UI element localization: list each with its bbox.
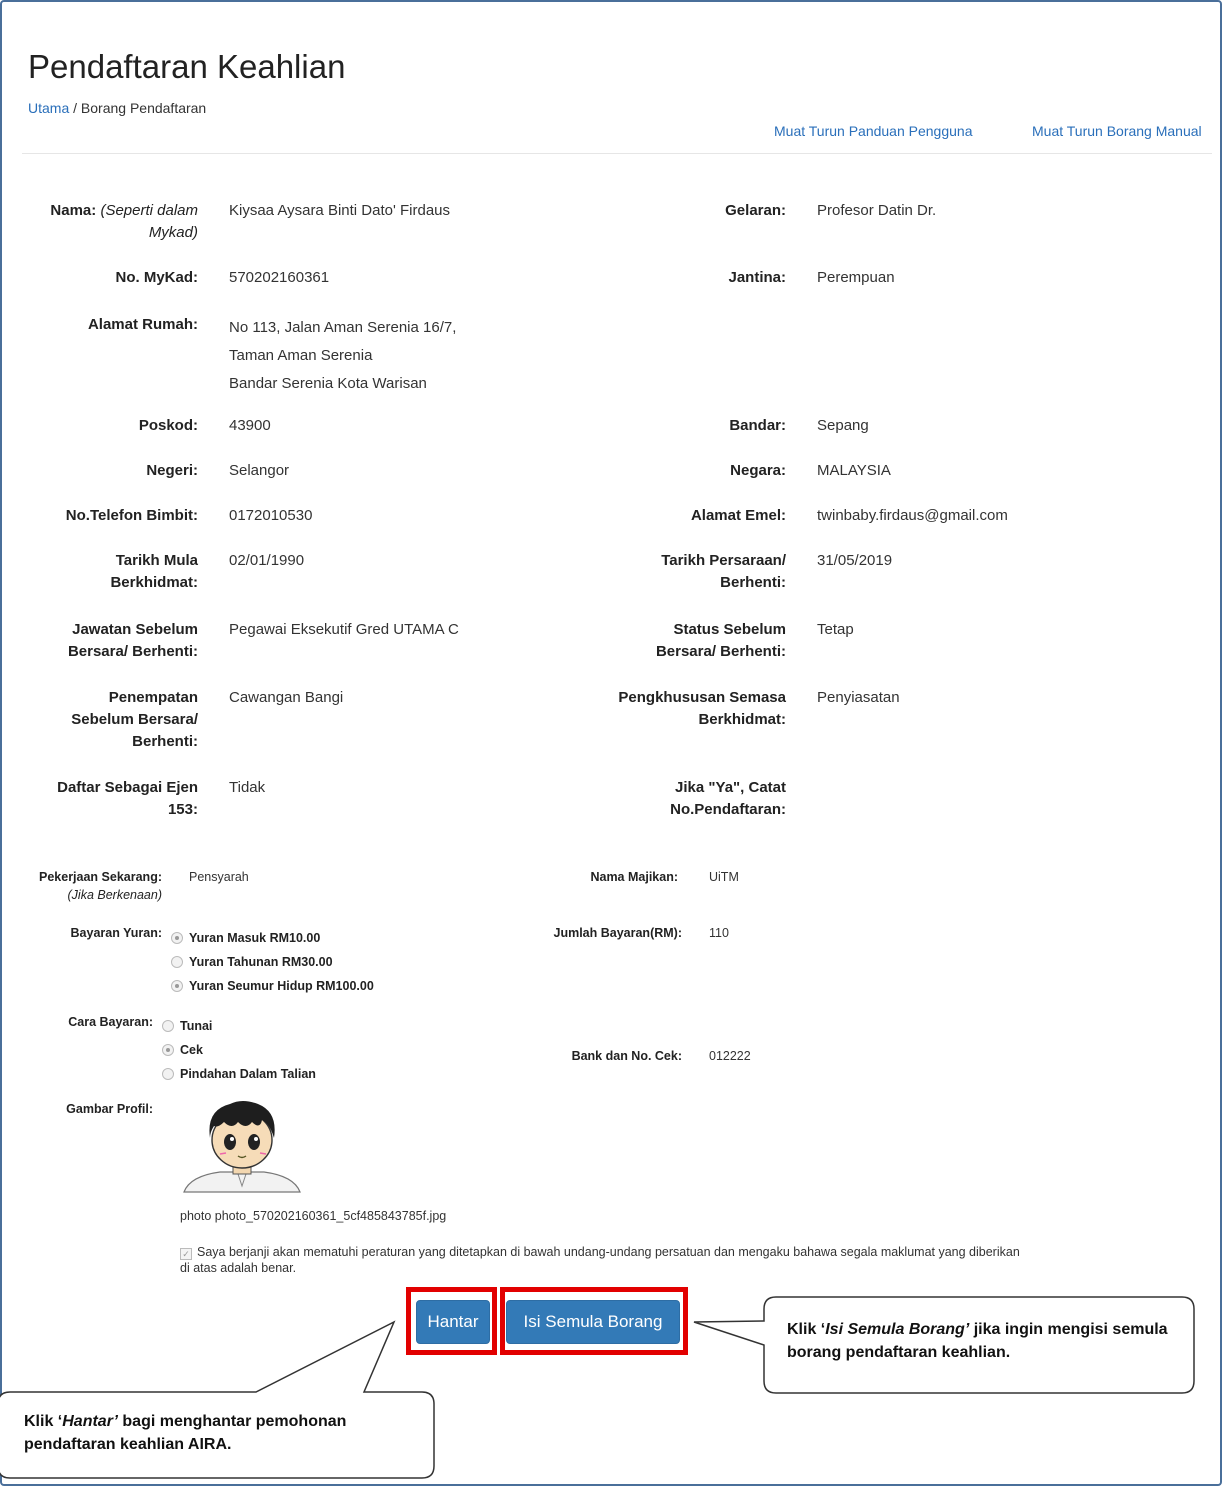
reset-callout-text: Klik ‘Isi Semula Borang’ jika ingin meng… [787,1321,1168,1361]
submit-callout-text: Klik ‘Hantar’ bagi menghantar pemohonan … [24,1413,347,1453]
callout-shapes [0,1296,1195,1479]
